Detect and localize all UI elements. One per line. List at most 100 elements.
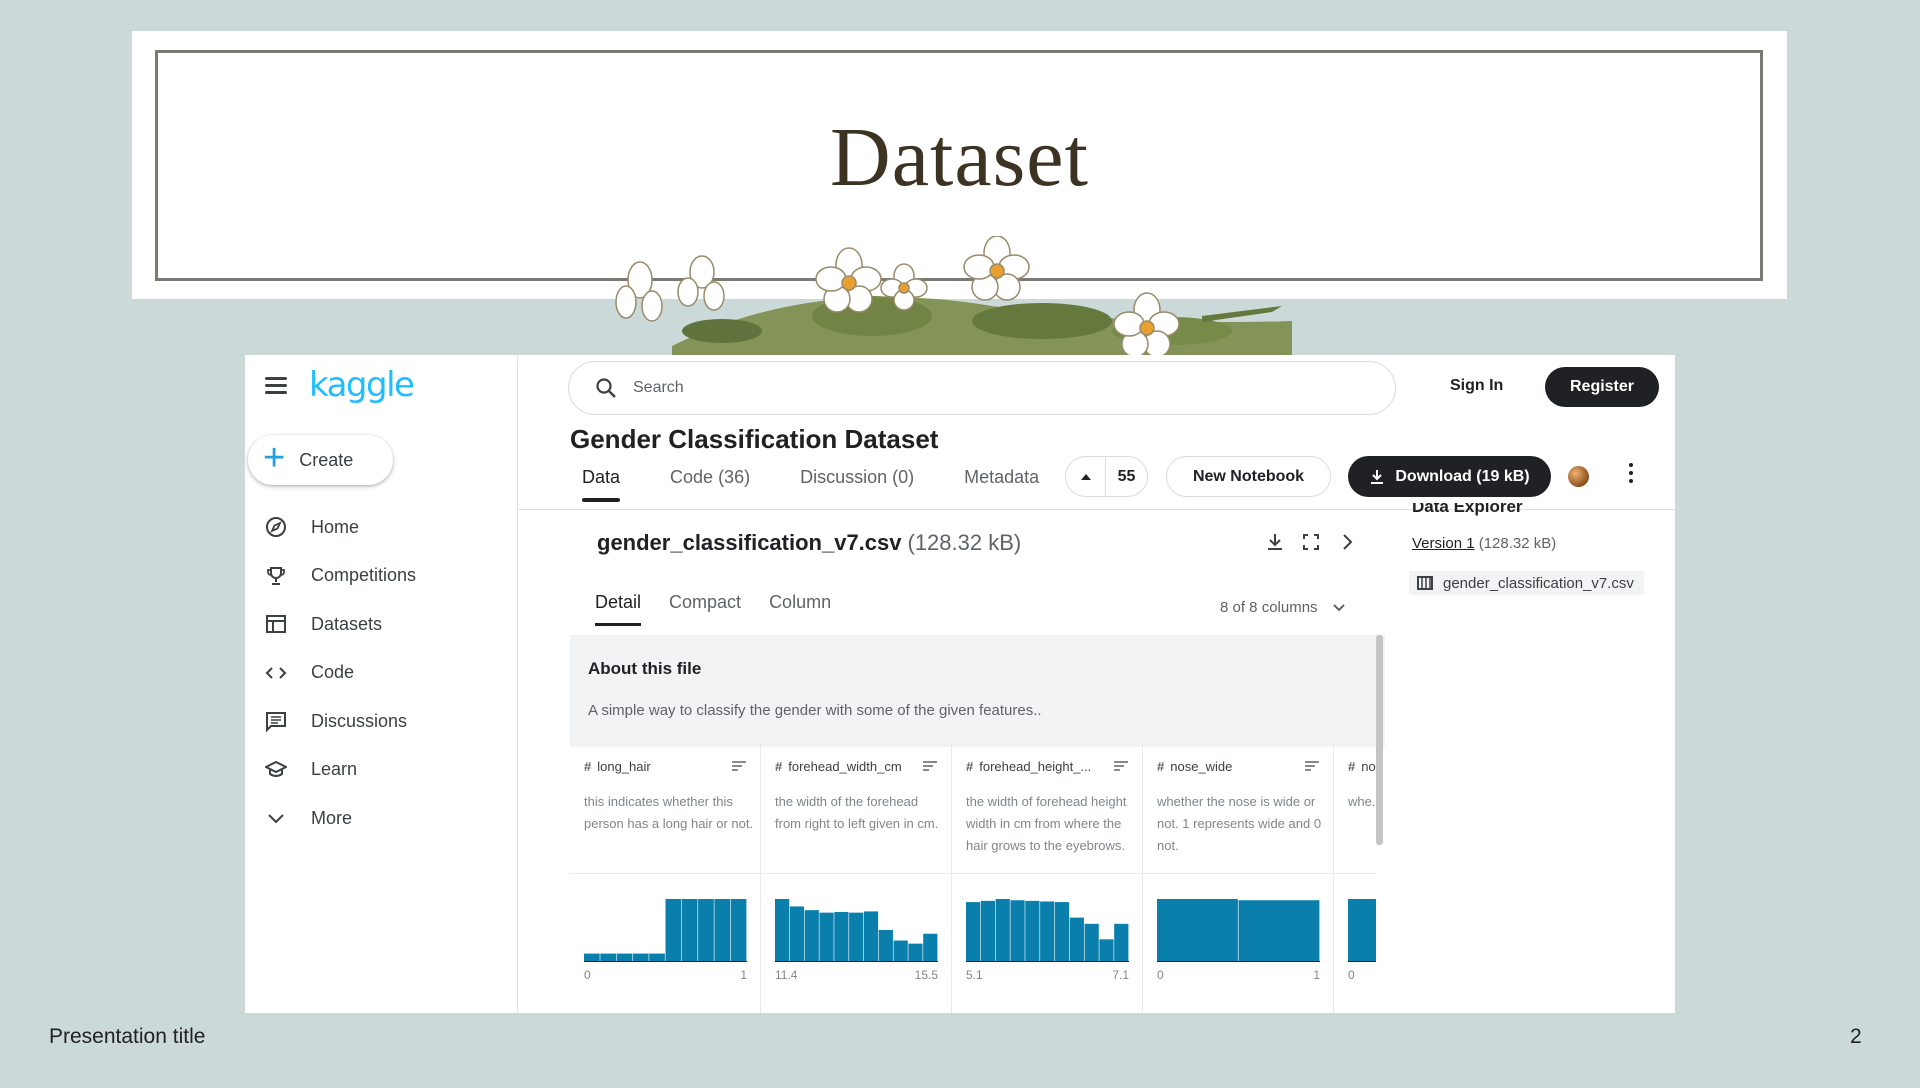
filter-icon[interactable]	[732, 761, 746, 771]
column-histogram[interactable]	[1348, 886, 1376, 962]
kaggle-screenshot: kaggle + Create Home Competitions Datase…	[245, 355, 1675, 1013]
histogram-bar	[1054, 902, 1070, 961]
column-description: whe... or no... and...	[1348, 794, 1376, 809]
download-label: Download (19 kB)	[1395, 467, 1530, 485]
column-histogram[interactable]	[584, 886, 747, 962]
column-header: # forehead_width_cm	[775, 759, 935, 774]
scrollbar[interactable]	[1376, 635, 1383, 845]
dataset-title: Gender Classification Dataset	[570, 424, 939, 454]
histogram-bar	[819, 912, 834, 961]
column-name: forehead_width_cm	[788, 759, 902, 774]
register-button[interactable]: Register	[1545, 367, 1659, 407]
caret-up-icon[interactable]	[1066, 457, 1106, 496]
column-name: long_hair	[597, 759, 651, 774]
histogram-bar	[966, 902, 981, 961]
sidebar-item-discussions[interactable]: Discussions	[245, 697, 518, 746]
column-card: # forehead_height_... the width of foreh…	[952, 741, 1143, 1013]
hamburger-menu-icon[interactable]	[265, 377, 287, 395]
histogram-bar	[849, 912, 864, 961]
histogram-max: 7.1	[1112, 968, 1129, 982]
sidebar-item-more[interactable]: More	[245, 794, 518, 843]
version-link[interactable]: Version 1	[1412, 535, 1475, 552]
file-actions	[1265, 532, 1357, 552]
histogram-min: 5.1	[966, 968, 983, 982]
histogram-bar	[995, 899, 1010, 961]
about-title: About this file	[588, 659, 702, 678]
sign-in-link[interactable]: Sign In	[1450, 377, 1503, 395]
create-button[interactable]: + Create	[248, 435, 393, 485]
numeric-type-icon: #	[1348, 759, 1356, 774]
column-histogram[interactable]	[1157, 886, 1320, 962]
column-card: # long_hair this indicates whether this …	[570, 741, 761, 1013]
histogram-min: 0	[584, 968, 591, 982]
histogram-bar	[649, 953, 665, 961]
sidebar-item-label: Learn	[311, 759, 358, 780]
sidebar-item-learn[interactable]: Learn	[245, 746, 518, 795]
kaggle-logo[interactable]: kaggle	[309, 365, 415, 405]
column-histogram[interactable]	[775, 886, 938, 962]
histogram-bar	[893, 940, 908, 961]
search-input[interactable]: Search	[568, 361, 1396, 415]
filter-icon[interactable]	[1305, 761, 1319, 771]
column-card: # no... whe... or no... and... 0	[1334, 741, 1376, 1013]
histogram-bar	[632, 953, 649, 961]
explorer-file-item[interactable]: gender_classification_v7.csv	[1409, 571, 1644, 595]
vote-count: 55	[1117, 467, 1136, 485]
column-card: # forehead_width_cm the width of the for…	[761, 741, 952, 1013]
sidebar-item-code[interactable]: Code	[245, 649, 518, 698]
tab-column[interactable]: Column	[757, 590, 843, 623]
column-histogram[interactable]	[966, 886, 1129, 962]
tab-code[interactable]: Code (36)	[658, 463, 762, 498]
column-count-dropdown[interactable]: 8 of 8 columns	[1220, 599, 1346, 616]
chevron-down-icon	[265, 807, 287, 829]
trophy-icon	[265, 565, 287, 587]
about-file-section: About this file A simple way to classify…	[570, 635, 1385, 747]
new-notebook-button[interactable]: New Notebook	[1166, 456, 1331, 497]
histogram-bar	[681, 899, 698, 961]
tab-compact[interactable]: Compact	[657, 590, 753, 623]
column-description: this indicates whether this person has a…	[584, 794, 754, 831]
chevron-right-icon[interactable]	[1337, 532, 1357, 552]
sidebar-item-label: More	[311, 807, 353, 828]
histogram-bar	[1010, 900, 1025, 961]
histogram-bar	[714, 899, 731, 961]
about-text: A simple way to classify the gender with…	[588, 702, 1042, 719]
sidebar-item-home[interactable]: Home	[245, 503, 518, 552]
column-description: whether the nose is wide or not. 1 repre…	[1157, 794, 1322, 853]
filter-icon[interactable]	[1114, 761, 1128, 771]
sidebar-item-datasets[interactable]: Datasets	[245, 600, 518, 649]
download-button[interactable]: Download (19 kB)	[1348, 456, 1551, 497]
histogram-section: 0 1	[1143, 873, 1334, 1013]
footer-presentation-title: Presentation title	[49, 1025, 206, 1048]
histogram-bar	[789, 906, 805, 961]
dataset-tabs: Data Code (36) Discussion (0) Metadata	[570, 463, 1051, 502]
column-header: # forehead_height_...	[966, 759, 1126, 774]
filter-icon[interactable]	[923, 761, 937, 771]
tab-discussion[interactable]: Discussion (0)	[788, 463, 926, 498]
graduation-cap-icon	[265, 759, 287, 781]
compass-icon	[265, 516, 287, 538]
create-label: Create	[299, 449, 354, 470]
histogram-bar	[1099, 939, 1114, 961]
download-icon	[1371, 469, 1384, 484]
histogram-min: 0	[1348, 968, 1355, 982]
tab-data[interactable]: Data	[570, 463, 632, 502]
fullscreen-icon[interactable]	[1301, 532, 1321, 552]
column-name: no...	[1361, 759, 1376, 774]
histogram-bar	[834, 912, 849, 961]
upvote-button[interactable]: 55	[1065, 456, 1148, 497]
download-icon[interactable]	[1265, 532, 1285, 552]
histogram-bar	[1040, 901, 1055, 961]
more-options-icon[interactable]	[1629, 463, 1635, 487]
slide-page-number: 2	[1850, 1025, 1862, 1048]
floral-decoration	[615, 236, 1292, 356]
histogram-bar	[1348, 899, 1376, 961]
table-icon	[265, 613, 287, 635]
histogram-bar	[698, 899, 714, 961]
avatar[interactable]	[1568, 466, 1589, 487]
tab-detail[interactable]: Detail	[583, 590, 653, 626]
tab-metadata[interactable]: Metadata	[952, 463, 1051, 498]
sidebar-item-competitions[interactable]: Competitions	[245, 552, 518, 601]
file-name: gender_classification_v7.csv	[597, 530, 902, 555]
histogram-bar	[923, 933, 938, 961]
